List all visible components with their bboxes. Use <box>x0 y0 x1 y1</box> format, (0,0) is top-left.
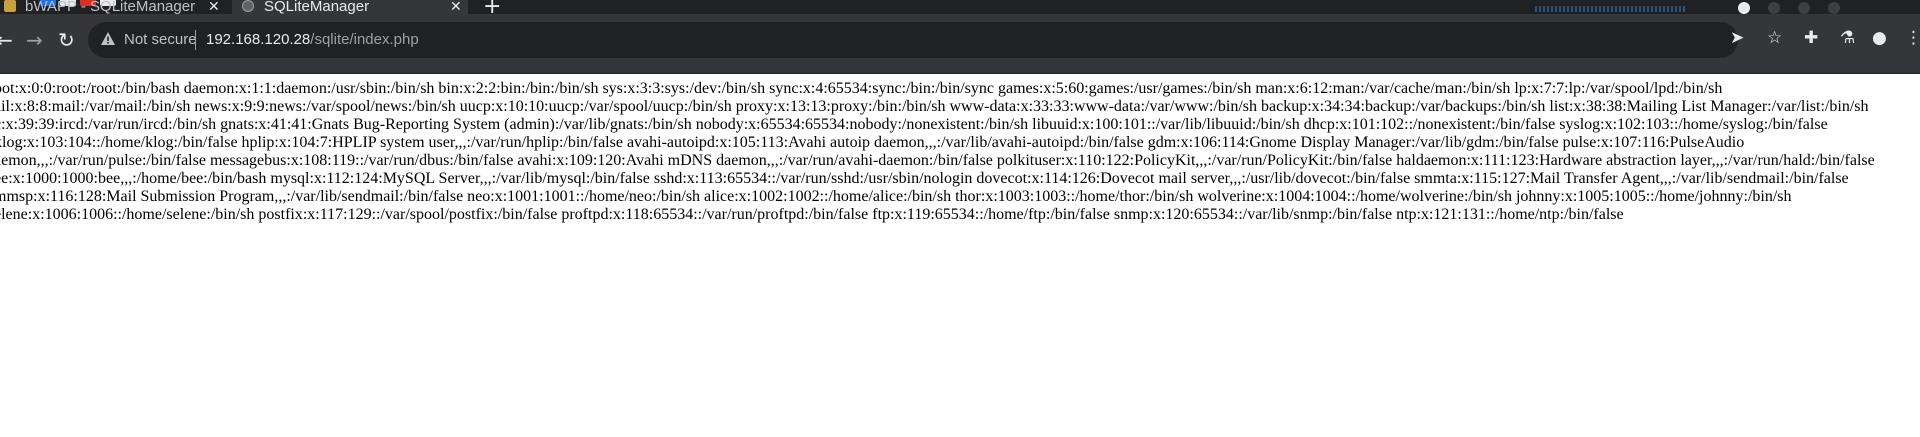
passwd-line: elene:x:1006:1006::/home/selene:/bin/sh … <box>0 206 1624 223</box>
send-tab-icon[interactable]: ➤ <box>1730 28 1744 48</box>
new-tab-button[interactable]: + <box>483 0 501 14</box>
tab-strip-controls <box>1738 2 1840 14</box>
tab-bwapp-sqlitemanager[interactable]: bWAPP - SQLiteManager ✕ <box>0 0 225 14</box>
globe-favicon-icon <box>242 0 254 12</box>
passwd-line: mmsp:x:116:128:Mail Submission Program,,… <box>0 188 1792 205</box>
window-control-icon[interactable] <box>1798 2 1810 14</box>
back-button[interactable]: ← <box>0 30 13 50</box>
security-label[interactable]: Not secure <box>124 31 197 48</box>
lab-flask-icon[interactable]: ⚗ <box>1840 28 1855 48</box>
tab-close-icon[interactable]: ✕ <box>208 0 220 14</box>
passwd-line: aemon,,,:/var/run/pulse:/bin/false messa… <box>0 152 1875 169</box>
profile-avatar-icon[interactable]: ● <box>1872 28 1887 48</box>
toolbar-actions: ➤ ☆ ✚ ⚗ ● ⋮ <box>1720 28 1920 58</box>
window-control-icon[interactable] <box>1828 2 1840 14</box>
browser-toolbar: ← → ↻ Not secure 192.168.120.28/sqlite/i… <box>0 14 1920 74</box>
reload-button[interactable]: ↻ <box>58 30 75 50</box>
url-path: /sqlite/index.php <box>310 31 419 48</box>
tab-title: bWAPP - SQLiteManager <box>25 0 196 14</box>
passwd-line: klog:x:103:104::/home/klog:/bin/false hp… <box>0 134 1745 151</box>
tab-title: SQLiteManager <box>264 0 370 14</box>
extensions-puzzle-icon[interactable]: ✚ <box>1804 28 1818 48</box>
bwapp-favicon-icon <box>4 0 16 12</box>
page-body-text: oot:x:0:0:root:/root:/bin/bash daemon:x:… <box>0 80 1904 224</box>
tab-strip-decoration <box>1535 6 1685 12</box>
omnibox-separator <box>195 30 196 50</box>
url-text[interactable]: 192.168.120.28/sqlite/index.php <box>206 31 419 48</box>
warning-icon[interactable] <box>100 31 116 47</box>
passwd-line: oot:x:0:0:root:/root:/bin/bash daemon:x:… <box>0 80 1723 97</box>
url-host: 192.168.120.28 <box>206 31 311 48</box>
passwd-line: ee:x:1000:1000:bee,,,:/home/bee:/bin/bas… <box>0 170 1849 187</box>
forward-button[interactable]: → <box>26 30 43 50</box>
passwd-line: c:x:39:39:ircd:/var/run/ircd:/bin/sh gna… <box>0 116 1828 133</box>
profile-indicator-icon[interactable] <box>1738 2 1750 14</box>
tab-strip: bWAPP - SQLiteManager ✕ SQLiteManager ✕ … <box>0 0 1920 14</box>
address-bar[interactable]: Not secure 192.168.120.28/sqlite/index.p… <box>88 22 1738 58</box>
tab-close-icon[interactable]: ✕ <box>450 0 462 14</box>
menu-kebab-icon[interactable]: ⋮ <box>1905 28 1920 48</box>
window-control-icon[interactable] <box>1768 2 1780 14</box>
passwd-line: ail:x:8:8:mail:/var/mail:/bin/sh news:x:… <box>0 98 1869 115</box>
bookmark-star-icon[interactable]: ☆ <box>1767 28 1782 48</box>
tab-sqlitemanager[interactable]: SQLiteManager ✕ <box>232 0 468 14</box>
